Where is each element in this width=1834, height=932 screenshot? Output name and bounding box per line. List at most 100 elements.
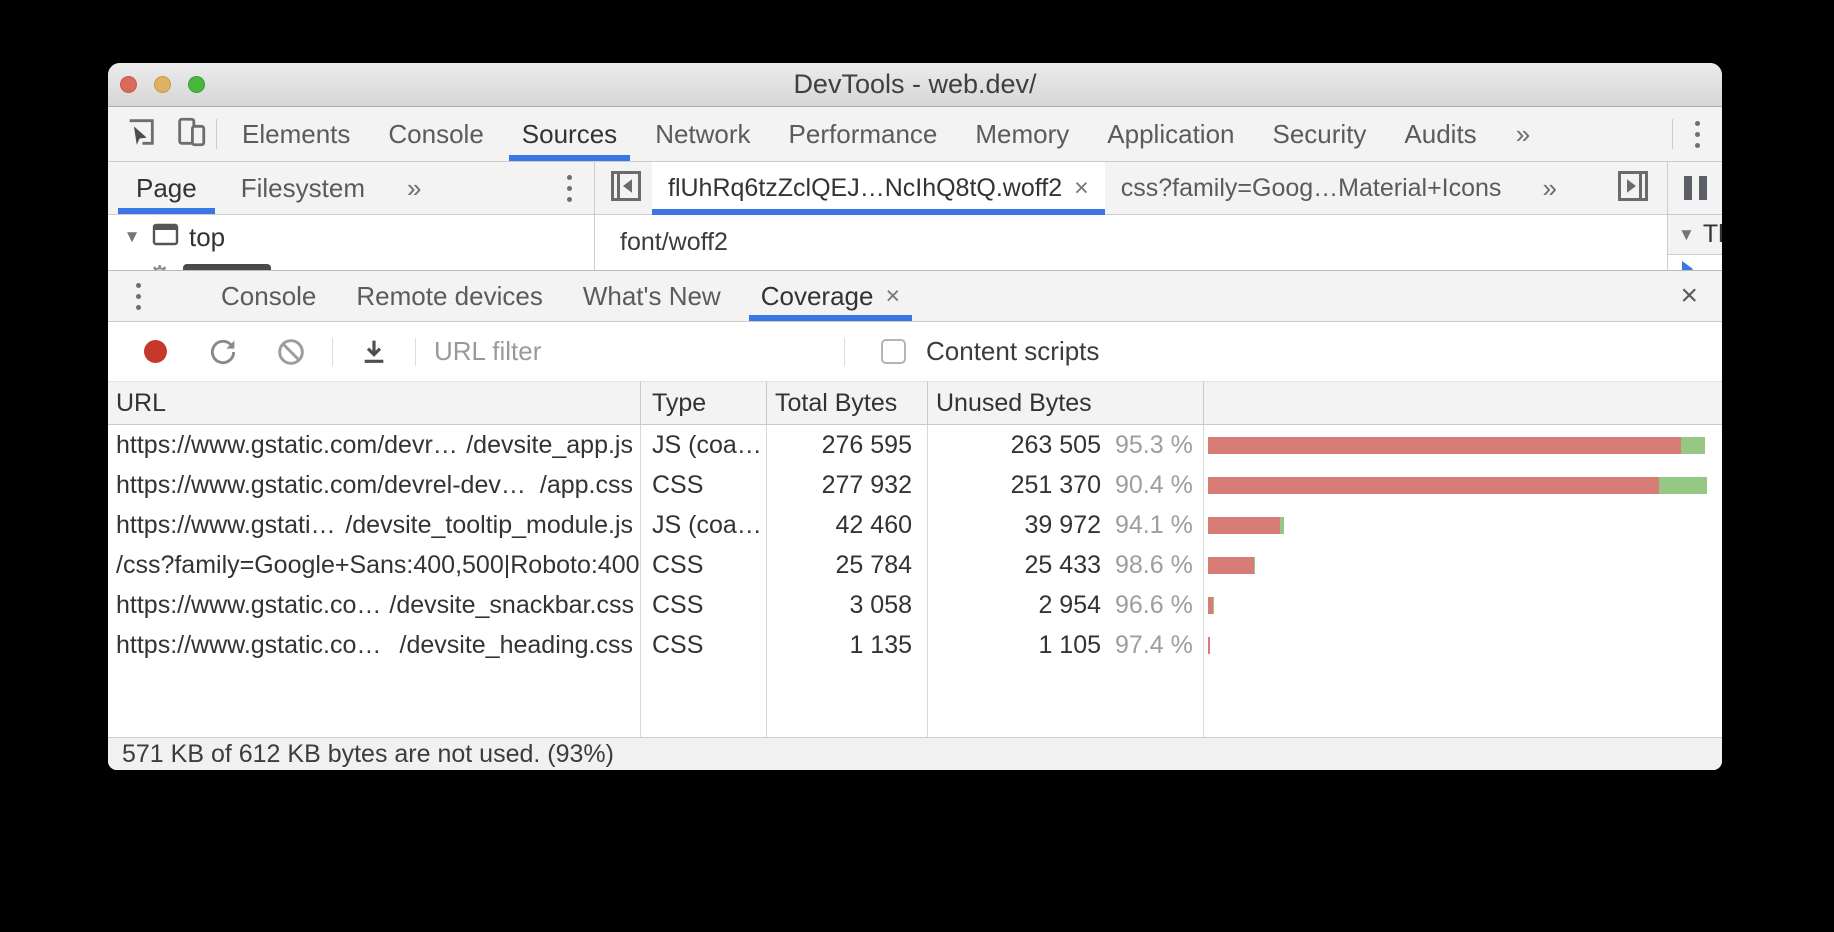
navigator-sidebar: PageFilesystem » ▼ top ⚙	[108, 162, 595, 270]
file-more-tabs-icon[interactable]: »	[1533, 162, 1567, 214]
status-bar: 571 KB of 612 KB bytes are not used. (93…	[108, 737, 1722, 770]
url-filter-input[interactable]	[434, 336, 734, 367]
column-header-unused-bytes[interactable]: Unused Bytes	[928, 382, 1204, 424]
hide-navigator-sidebar-icon[interactable]	[608, 168, 644, 209]
coverage-table: URL Type Total Bytes Unused Bytes https:…	[108, 382, 1722, 737]
table-row[interactable]: /css?family=Google+Sans:400,500|Roboto:4…	[108, 545, 1722, 585]
unused-bytes-value: 1 105	[928, 625, 1115, 665]
device-toolbar-icon[interactable]	[174, 115, 208, 154]
url-cell: https://www.gstatic.com/devrel-dev…/app.…	[108, 465, 641, 505]
content-scripts-checkbox[interactable]	[881, 339, 906, 364]
drawer-tab-console[interactable]: Console	[201, 271, 336, 321]
minimize-window-button[interactable]	[154, 76, 171, 93]
url-prefix: /css?family=Google+Sans:400,500|Roboto:4…	[116, 545, 641, 585]
url-prefix: https://www.gstatic.com/devr…	[116, 425, 458, 465]
tree-item-label: top	[189, 222, 225, 253]
tree-item-top[interactable]: ▼ top	[108, 215, 594, 259]
tree-item-partial[interactable]: ⚙	[148, 262, 271, 270]
pause-script-icon[interactable]	[1684, 176, 1707, 200]
editor-content: font/woff2	[595, 215, 1667, 270]
expand-arrow-icon[interactable]: ▼	[122, 227, 142, 247]
navigator-tab-page[interactable]: Page	[114, 162, 219, 214]
drawer-tab-coverage[interactable]: Coverage×	[741, 271, 920, 321]
download-icon[interactable]	[351, 329, 397, 375]
tab-application[interactable]: Application	[1088, 107, 1253, 161]
unused-bar-segment	[1208, 517, 1280, 534]
drawer-tab-bar: ConsoleRemote devicesWhat's NewCoverage×…	[108, 270, 1722, 322]
show-debugger-sidebar-icon[interactable]	[1615, 168, 1651, 209]
navigator-tab-strip: PageFilesystem »	[108, 162, 594, 215]
drawer-tab-remote-devices[interactable]: Remote devices	[336, 271, 562, 321]
tab-sources[interactable]: Sources	[503, 107, 636, 161]
unused-bytes-cell: 263 50595.3 %	[928, 425, 1204, 465]
file-tab-strip: flUhRq6tzZclQEJ…NcIhQ8tQ.woff2×css?famil…	[595, 162, 1667, 215]
drawer-tab-what-s-new[interactable]: What's New	[563, 271, 741, 321]
table-row[interactable]: https://www.gstatic.com/devr…/devsite_ap…	[108, 425, 1722, 465]
threads-list	[1668, 255, 1722, 270]
file-tab-css-family-goog-material-icons[interactable]: css?family=Goog…Material+Icons	[1105, 162, 1518, 214]
navigator-kebab-icon[interactable]	[545, 162, 594, 214]
table-row[interactable]: https://www.gstatic.co…/devsite_heading.…	[108, 625, 1722, 665]
tab-audits[interactable]: Audits	[1385, 107, 1495, 161]
total-bytes-cell: 277 932	[767, 465, 928, 505]
table-row[interactable]: https://www.gstatic.co…/devsite_snackbar…	[108, 585, 1722, 625]
unused-bytes-value: 251 370	[928, 465, 1115, 505]
drawer-tab-close-icon[interactable]: ×	[885, 282, 900, 311]
record-coverage-button[interactable]	[132, 329, 178, 375]
close-window-button[interactable]	[120, 76, 137, 93]
total-bytes-cell: 276 595	[767, 425, 928, 465]
tab-performance[interactable]: Performance	[770, 107, 957, 161]
editor-area: flUhRq6tzZclQEJ…NcIhQ8tQ.woff2×css?famil…	[595, 162, 1668, 270]
column-header-url[interactable]: URL	[108, 382, 641, 424]
main-menu-kebab-icon[interactable]	[1673, 107, 1722, 161]
close-drawer-icon[interactable]: ×	[1656, 271, 1722, 321]
unused-bar-segment	[1208, 477, 1659, 494]
title-bar[interactable]: DevTools - web.dev/	[108, 63, 1722, 107]
window-title: DevTools - web.dev/	[793, 69, 1036, 100]
column-header-total-bytes[interactable]: Total Bytes	[767, 382, 928, 424]
url-prefix: https://www.gstatic.co…	[116, 585, 381, 625]
tab-console[interactable]: Console	[369, 107, 502, 161]
file-tab-close-icon[interactable]: ×	[1074, 174, 1089, 203]
column-header-type[interactable]: Type	[641, 382, 767, 424]
unused-percent: 94.1 %	[1115, 505, 1203, 545]
total-bytes-cell: 1 135	[767, 625, 928, 665]
coverage-toolbar: Content scripts	[108, 322, 1722, 382]
used-bar-segment	[1280, 517, 1284, 534]
used-bar-segment	[1681, 437, 1705, 454]
coverage-summary: 571 KB of 612 KB bytes are not used. (93…	[122, 740, 614, 769]
threads-section-header[interactable]: ▼ Threads	[1668, 215, 1722, 255]
reload-icon[interactable]	[200, 329, 246, 375]
url-filename: /devsite_app.js	[466, 425, 633, 465]
content-scripts-label: Content scripts	[926, 336, 1099, 367]
debugger-sidebar: ▼ Threads	[1668, 162, 1722, 270]
unused-bytes-cell: 251 37090.4 %	[928, 465, 1204, 505]
more-tabs-icon[interactable]: »	[1506, 107, 1540, 161]
navigator-tab-filesystem[interactable]: Filesystem	[219, 162, 387, 214]
zoom-window-button[interactable]	[188, 76, 205, 93]
navigator-more-tabs-icon[interactable]: »	[397, 162, 431, 214]
url-prefix: https://www.gstatic.com/devrel-dev…	[116, 465, 526, 505]
tab-memory[interactable]: Memory	[956, 107, 1088, 161]
tab-network[interactable]: Network	[636, 107, 769, 161]
unused-bar-segment	[1208, 557, 1254, 574]
divider	[332, 338, 333, 366]
tab-elements[interactable]: Elements	[223, 107, 369, 161]
column-header-bars	[1204, 382, 1722, 424]
unused-bytes-value: 25 433	[928, 545, 1115, 585]
drawer-kebab-icon[interactable]	[108, 271, 155, 321]
divider	[844, 338, 845, 366]
unused-percent: 97.4 %	[1115, 625, 1203, 665]
file-tabs: flUhRq6tzZclQEJ…NcIhQ8tQ.woff2×css?famil…	[652, 162, 1517, 214]
table-empty-area	[108, 665, 1722, 737]
file-tab-fluhrq6tzzclqej-ncihq8tq-woff2[interactable]: flUhRq6tzZclQEJ…NcIhQ8tQ.woff2×	[652, 162, 1105, 214]
table-row[interactable]: https://www.gstati…/devsite_tooltip_modu…	[108, 505, 1722, 545]
tab-security[interactable]: Security	[1254, 107, 1386, 161]
inspect-element-icon[interactable]	[124, 115, 158, 154]
type-cell: CSS	[641, 625, 767, 665]
gear-icon: ⚙	[148, 262, 171, 270]
clear-icon[interactable]	[268, 329, 314, 375]
url-filename: /devsite_tooltip_module.js	[345, 505, 633, 545]
table-row[interactable]: https://www.gstatic.com/devrel-dev…/app.…	[108, 465, 1722, 505]
navigator-tabs: PageFilesystem	[114, 162, 387, 214]
